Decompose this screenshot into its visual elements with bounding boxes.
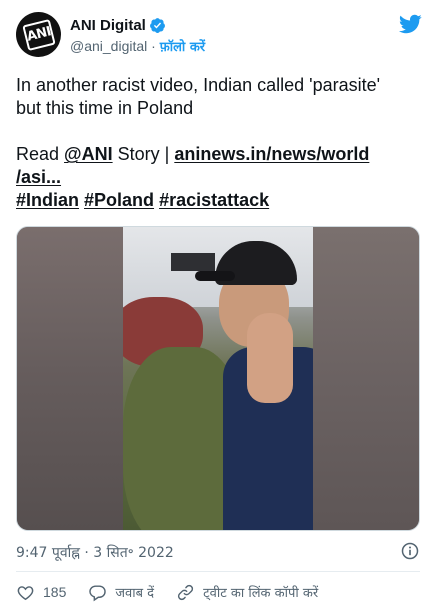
twitter-bird-icon[interactable] bbox=[398, 12, 422, 36]
timestamp-row: 9:47 पूर्वाह्न · 3 सित॰ 2022 bbox=[16, 541, 420, 561]
like-count: 185 bbox=[43, 584, 67, 600]
hashtag-indian[interactable]: #Indian bbox=[16, 190, 79, 210]
building-sign bbox=[171, 253, 215, 271]
speech-bubble-icon bbox=[89, 584, 107, 601]
article-link-continued[interactable]: /asi... bbox=[16, 167, 61, 187]
reply-action[interactable]: जवाब दें bbox=[88, 583, 154, 602]
story-text: Story | bbox=[112, 144, 175, 164]
handle[interactable]: @ani_digital bbox=[70, 38, 147, 54]
info-icon[interactable] bbox=[400, 541, 420, 561]
hashtag-racistattack[interactable]: #racistattack bbox=[159, 190, 269, 210]
verified-badge-icon bbox=[149, 17, 166, 34]
tweet-line-read: Read @ANI Story | aninews.in/news/world bbox=[16, 143, 420, 166]
video-blur-right bbox=[313, 227, 419, 530]
article-link[interactable]: aninews.in/news/world bbox=[174, 144, 369, 164]
like-action[interactable]: 185 bbox=[16, 583, 66, 602]
copy-link-label: ट्वीट का लिंक कॉपी करें bbox=[203, 586, 319, 601]
tweet-line-link-cont: /asi... bbox=[16, 166, 420, 189]
ani-logo: ANI bbox=[22, 18, 56, 52]
tweet-text: In another racist video, Indian called '… bbox=[16, 74, 420, 212]
display-name[interactable]: ANI Digital bbox=[70, 17, 146, 34]
video-media[interactable] bbox=[16, 226, 420, 531]
mention-link[interactable]: @ANI bbox=[64, 144, 113, 164]
author-info: ANI Digital @ani_digital · फ़ॉलो करें bbox=[70, 16, 370, 55]
copy-link-action[interactable]: ट्वीट का लिंक कॉपी करें bbox=[176, 583, 318, 602]
heart-icon bbox=[17, 585, 34, 600]
divider bbox=[16, 571, 420, 572]
follow-button[interactable]: फ़ॉलो करें bbox=[160, 40, 205, 55]
video-blur-left bbox=[17, 227, 123, 530]
cap-brim bbox=[195, 271, 235, 281]
tweet-line-2: but this time in Poland bbox=[16, 98, 194, 118]
reply-label: जवाब दें bbox=[115, 586, 155, 601]
action-bar: 185 जवाब दें ट्वीट का लिंक कॉपी करें bbox=[16, 580, 420, 604]
handle-row: @ani_digital · फ़ॉलो करें bbox=[70, 37, 370, 55]
avatar[interactable]: ANI bbox=[16, 12, 61, 57]
timestamp[interactable]: 9:47 पूर्वाह्न · 3 सित॰ 2022 bbox=[16, 545, 174, 561]
read-prefix: Read bbox=[16, 144, 65, 164]
hashtag-poland[interactable]: #Poland bbox=[84, 190, 154, 210]
video-frame[interactable] bbox=[123, 227, 315, 530]
link-icon bbox=[178, 584, 194, 600]
tweet-line-hashtags: #Indian #Poland #racistattack bbox=[16, 189, 420, 212]
tweet-card: ANI ANI Digital @ani_digital · फ़ॉलो करे… bbox=[0, 0, 434, 610]
tweet-line-1: In another racist video, Indian called '… bbox=[16, 75, 381, 95]
separator: · bbox=[147, 38, 160, 54]
tweet-header: ANI ANI Digital @ani_digital · फ़ॉलो करे… bbox=[16, 12, 422, 60]
raised-hand bbox=[247, 313, 293, 403]
display-name-row: ANI Digital bbox=[70, 16, 370, 35]
